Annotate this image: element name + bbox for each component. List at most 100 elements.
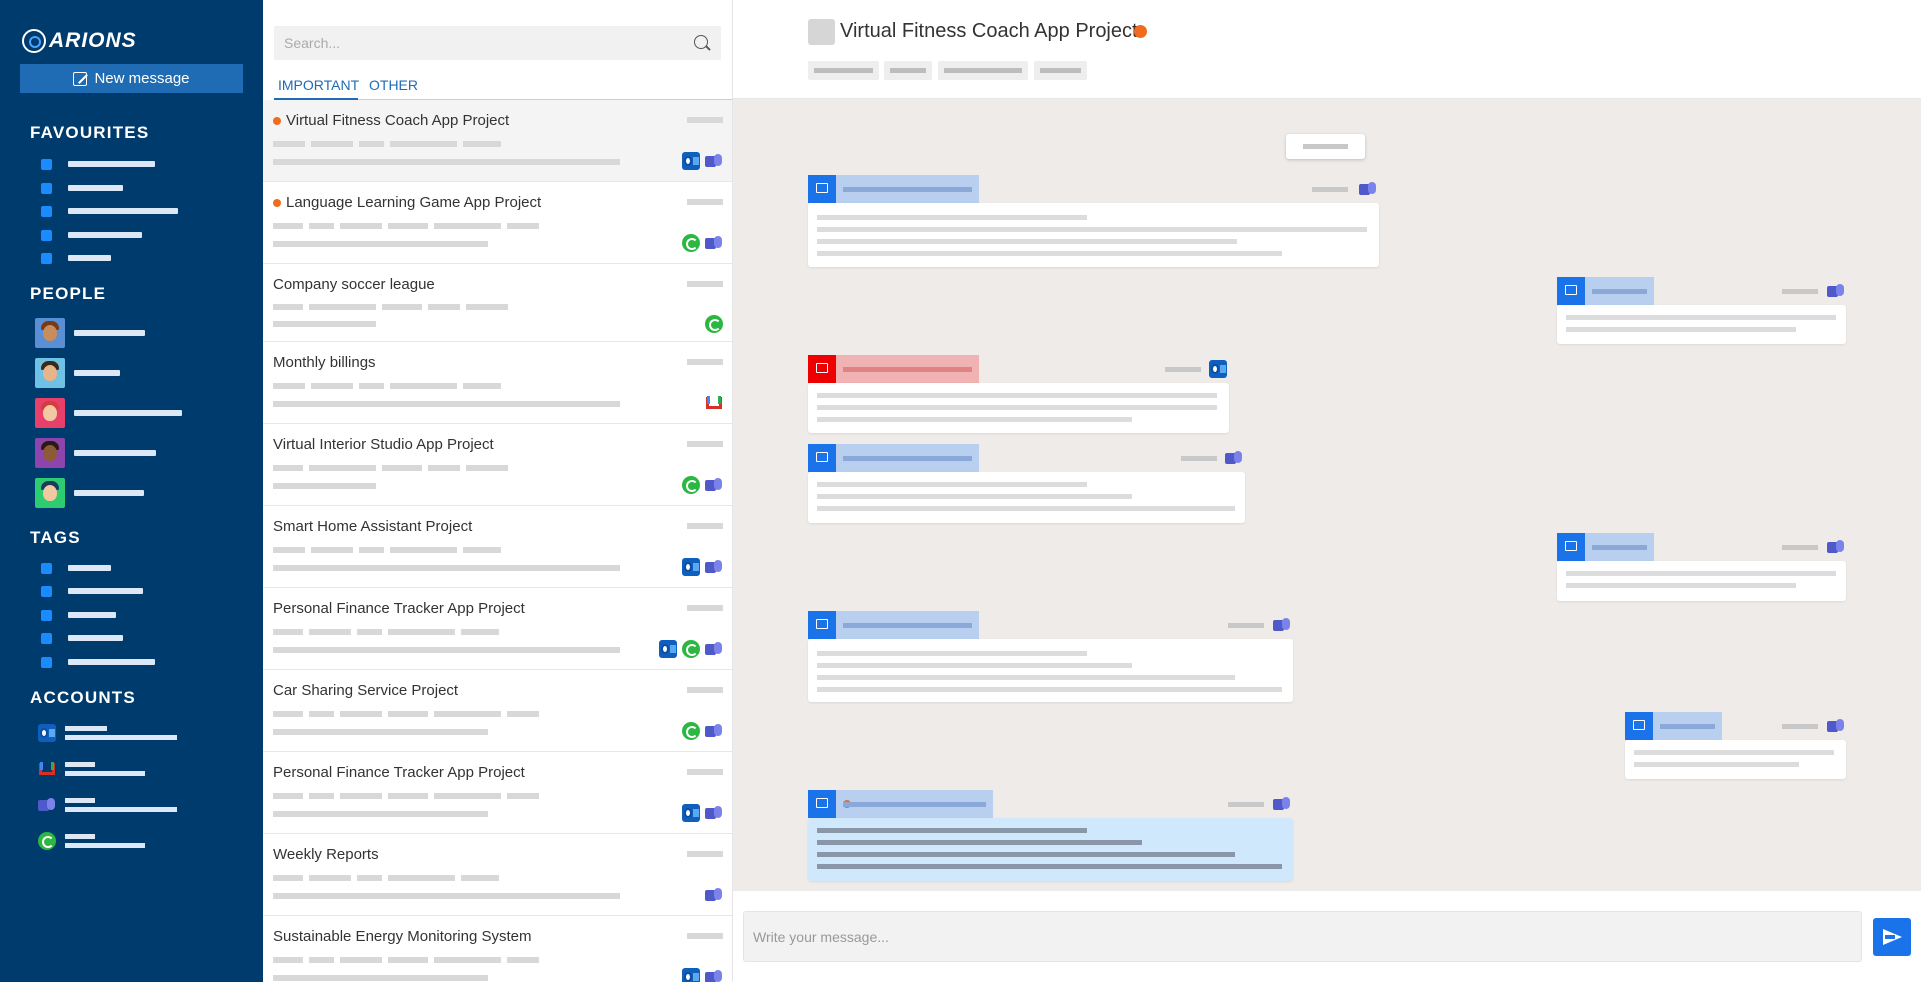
person-item[interactable] [35, 438, 156, 468]
person-item[interactable] [35, 358, 120, 388]
conversation-title-text: Personal Finance Tracker App Project [273, 600, 525, 617]
conversation-item[interactable]: Company soccer league [263, 264, 732, 342]
account-item-teams[interactable] [38, 792, 177, 818]
favourite-checkbox-icon [41, 158, 52, 170]
conversation-time [687, 605, 723, 611]
message-time [1782, 545, 1818, 550]
conversation-item[interactable]: Personal Finance Tracker App Project [263, 752, 732, 834]
message[interactable] [1557, 277, 1846, 344]
account-item-whatsapp[interactable] [38, 828, 145, 854]
message-bubble [1557, 305, 1846, 344]
outlook-icon [682, 558, 700, 576]
message[interactable] [808, 355, 1229, 433]
tab-bar: IMPORTANT OTHER [274, 77, 732, 100]
conversation-title: Personal Finance Tracker App Project [273, 600, 525, 617]
person-item[interactable] [35, 478, 144, 508]
placeholder-text [74, 490, 144, 496]
person-item[interactable] [35, 398, 182, 428]
message[interactable] [808, 444, 1245, 523]
conversation-item[interactable]: Language Learning Game App Project [263, 182, 732, 264]
conversation-title-text: Personal Finance Tracker App Project [273, 764, 525, 781]
sender-name [1653, 712, 1722, 740]
chat-bubble-icon [808, 175, 836, 203]
message[interactable] [1625, 712, 1846, 779]
search-input[interactable] [274, 26, 721, 60]
date-separator [1286, 134, 1365, 159]
conversation-item[interactable]: Sustainable Energy Monitoring System [263, 916, 732, 982]
important-dot-icon [273, 116, 281, 125]
conversation-title: Company soccer league [273, 276, 435, 293]
favourite-item[interactable] [41, 229, 142, 241]
participant-chip[interactable] [884, 61, 932, 80]
favourites-title: FAVOURITES [30, 123, 150, 142]
conversation-title: Personal Finance Tracker App Project [273, 764, 525, 781]
message-bubble [808, 472, 1245, 523]
favourite-item[interactable] [41, 205, 178, 217]
outlook-icon [659, 640, 677, 658]
tag-item[interactable] [41, 632, 123, 644]
avatar [35, 398, 65, 428]
conversation-item[interactable]: Monthly billings [263, 342, 732, 424]
tab-important[interactable]: IMPORTANT [274, 77, 360, 100]
whatsapp-icon [682, 476, 700, 494]
conversation-item[interactable]: Virtual Fitness Coach App Project [263, 100, 732, 182]
tag-item[interactable] [41, 656, 155, 668]
teams-icon [1273, 616, 1291, 634]
conversation-title-text: Virtual Interior Studio App Project [273, 436, 494, 453]
account-item-gmail[interactable] [38, 756, 145, 782]
conversation-title-text: Monthly billings [273, 354, 376, 371]
tab-label: IMPORTANT [278, 77, 360, 93]
conversation-title-text: Language Learning Game App Project [286, 194, 542, 211]
favourite-checkbox-icon [41, 229, 52, 241]
chat-bubble-icon [1557, 277, 1585, 305]
placeholder-text [68, 659, 155, 665]
participant-chip[interactable] [938, 61, 1028, 80]
teams-icon [705, 152, 723, 170]
person-item[interactable] [35, 318, 145, 348]
outlook-icon [682, 152, 700, 170]
tab-other[interactable]: OTHER [369, 77, 418, 100]
conversation-time [687, 851, 723, 857]
favourite-item[interactable] [41, 252, 111, 264]
new-message-button[interactable]: New message [20, 64, 243, 93]
message-bubble [808, 203, 1379, 267]
tag-item[interactable] [41, 609, 116, 621]
conversation-title-text: Virtual Fitness Coach App Project [286, 112, 510, 129]
participant-chip[interactable] [808, 61, 879, 80]
outlook-icon [1209, 360, 1227, 378]
conversation-item[interactable]: Weekly Reports [263, 834, 732, 916]
send-button[interactable] [1873, 918, 1911, 956]
conversation-item[interactable]: Smart Home Assistant Project [263, 506, 732, 588]
placeholder-text [68, 588, 143, 594]
favourite-item[interactable] [41, 182, 123, 194]
compose-icon [73, 71, 88, 86]
message[interactable] [808, 611, 1293, 702]
tag-item[interactable] [41, 562, 111, 574]
search-icon[interactable] [694, 35, 708, 49]
teams-icon [38, 796, 56, 814]
participant-chip[interactable] [1034, 61, 1087, 80]
outlook-icon [682, 968, 700, 982]
whatsapp-icon [682, 234, 700, 252]
conversation-title: Car Sharing Service Project [273, 682, 458, 699]
account-item-outlook[interactable] [38, 720, 177, 746]
conversation-item[interactable]: Virtual Interior Studio App Project [263, 424, 732, 506]
message-time [1312, 187, 1348, 192]
conversation-time [687, 281, 723, 287]
chat-bubble-icon [808, 611, 836, 639]
message[interactable] [808, 790, 1293, 881]
message[interactable] [808, 175, 1379, 267]
teams-icon [1225, 449, 1243, 467]
chat-bubble-icon [808, 355, 836, 383]
message-input[interactable] [743, 911, 1862, 962]
gmail-icon [705, 394, 723, 412]
favourite-item[interactable] [41, 158, 155, 170]
conversation-item[interactable]: Personal Finance Tracker App Project [263, 588, 732, 670]
app-logo[interactable]: ARIONS [22, 28, 137, 54]
conversation-item[interactable]: Car Sharing Service Project [263, 670, 732, 752]
favourite-checkbox-icon [41, 182, 52, 194]
tag-item[interactable] [41, 585, 143, 597]
teams-icon [705, 886, 723, 904]
message[interactable] [1557, 533, 1846, 601]
sender-name [836, 790, 993, 818]
